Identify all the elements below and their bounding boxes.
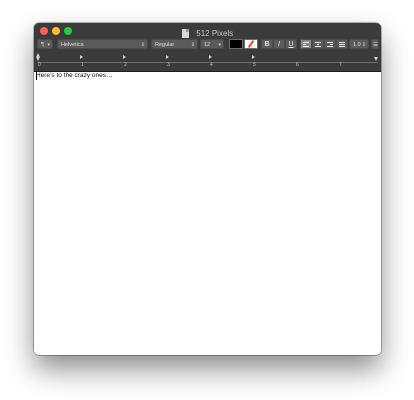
left-indent-marker[interactable] <box>36 57 40 61</box>
ruler[interactable]: 0 1 2 3 4 5 6 7 <box>34 53 381 71</box>
ruler-baseline <box>37 62 378 63</box>
ruler-number: 3 <box>167 62 170 68</box>
chevron-down-icon: ▾ <box>218 42 221 48</box>
list-icon: ☰ <box>373 42 378 48</box>
stepper-arrows-icon: ⇕ <box>140 42 145 48</box>
font-family-popup[interactable]: Helvetica ⇕ <box>57 39 148 49</box>
tab-stop[interactable] <box>209 55 212 59</box>
line-spacing-popup[interactable]: 1.0 ⇕ <box>349 39 369 49</box>
document-text-area[interactable]: Here’s to the crazy ones… <box>34 72 381 355</box>
ruler-number: 4 <box>210 62 213 68</box>
right-indent-marker[interactable] <box>374 57 378 61</box>
tab-stop[interactable] <box>252 55 255 59</box>
tab-stop[interactable] <box>80 55 83 59</box>
title-bar[interactable]: 512 Pixels ¶ ▾ Helvetica ⇕ Regular ⇕ 12 … <box>34 23 381 72</box>
ruler-number: 0 <box>38 62 41 68</box>
window-title-area: 512 Pixels <box>34 25 381 39</box>
align-right-button[interactable] <box>324 39 336 49</box>
ruler-number: 1 <box>81 62 84 68</box>
tab-stop[interactable] <box>123 55 126 59</box>
background-color-well[interactable] <box>244 39 258 49</box>
stepper-arrows-icon: ⇕ <box>190 42 195 48</box>
chevron-down-icon: ▾ <box>47 42 50 48</box>
justify-button[interactable] <box>336 39 348 49</box>
ruler-number: 5 <box>253 62 256 68</box>
align-center-button[interactable] <box>312 39 324 49</box>
paragraph-style-popup[interactable]: ¶ ▾ <box>37 39 53 49</box>
bold-button[interactable]: B <box>261 39 273 49</box>
list-style-popup[interactable]: ☰ <box>371 39 379 49</box>
window-title: 512 Pixels <box>196 29 234 39</box>
ruler-number: 7 <box>339 62 342 68</box>
italic-button[interactable]: I <box>273 39 285 49</box>
font-size-value: 12 <box>204 42 211 48</box>
font-style-label: Regular <box>155 42 175 48</box>
textedit-window: 512 Pixels ¶ ▾ Helvetica ⇕ Regular ⇕ 12 … <box>34 23 381 355</box>
ruler-number: 6 <box>296 62 299 68</box>
font-size-combo[interactable]: 12 ▾ <box>200 39 224 49</box>
first-line-indent-marker[interactable] <box>36 53 40 57</box>
line-spacing-value: 1.0 <box>353 42 361 48</box>
text-color-well[interactable] <box>229 39 243 49</box>
ruler-number: 2 <box>124 62 127 68</box>
document-text: Here’s to the crazy ones… <box>36 72 113 79</box>
document-icon <box>181 29 189 39</box>
paragraph-style-icon: ¶ <box>41 42 44 48</box>
underline-button[interactable]: U <box>285 39 297 49</box>
tab-stop[interactable] <box>166 55 169 59</box>
font-style-popup[interactable]: Regular ⇕ <box>151 39 198 49</box>
align-left-button[interactable] <box>300 39 312 49</box>
format-toolbar: ¶ ▾ Helvetica ⇕ Regular ⇕ 12 ▾ B I U 1.0… <box>34 39 381 51</box>
stepper-arrows-icon: ⇕ <box>361 42 366 48</box>
font-family-label: Helvetica <box>61 42 84 48</box>
